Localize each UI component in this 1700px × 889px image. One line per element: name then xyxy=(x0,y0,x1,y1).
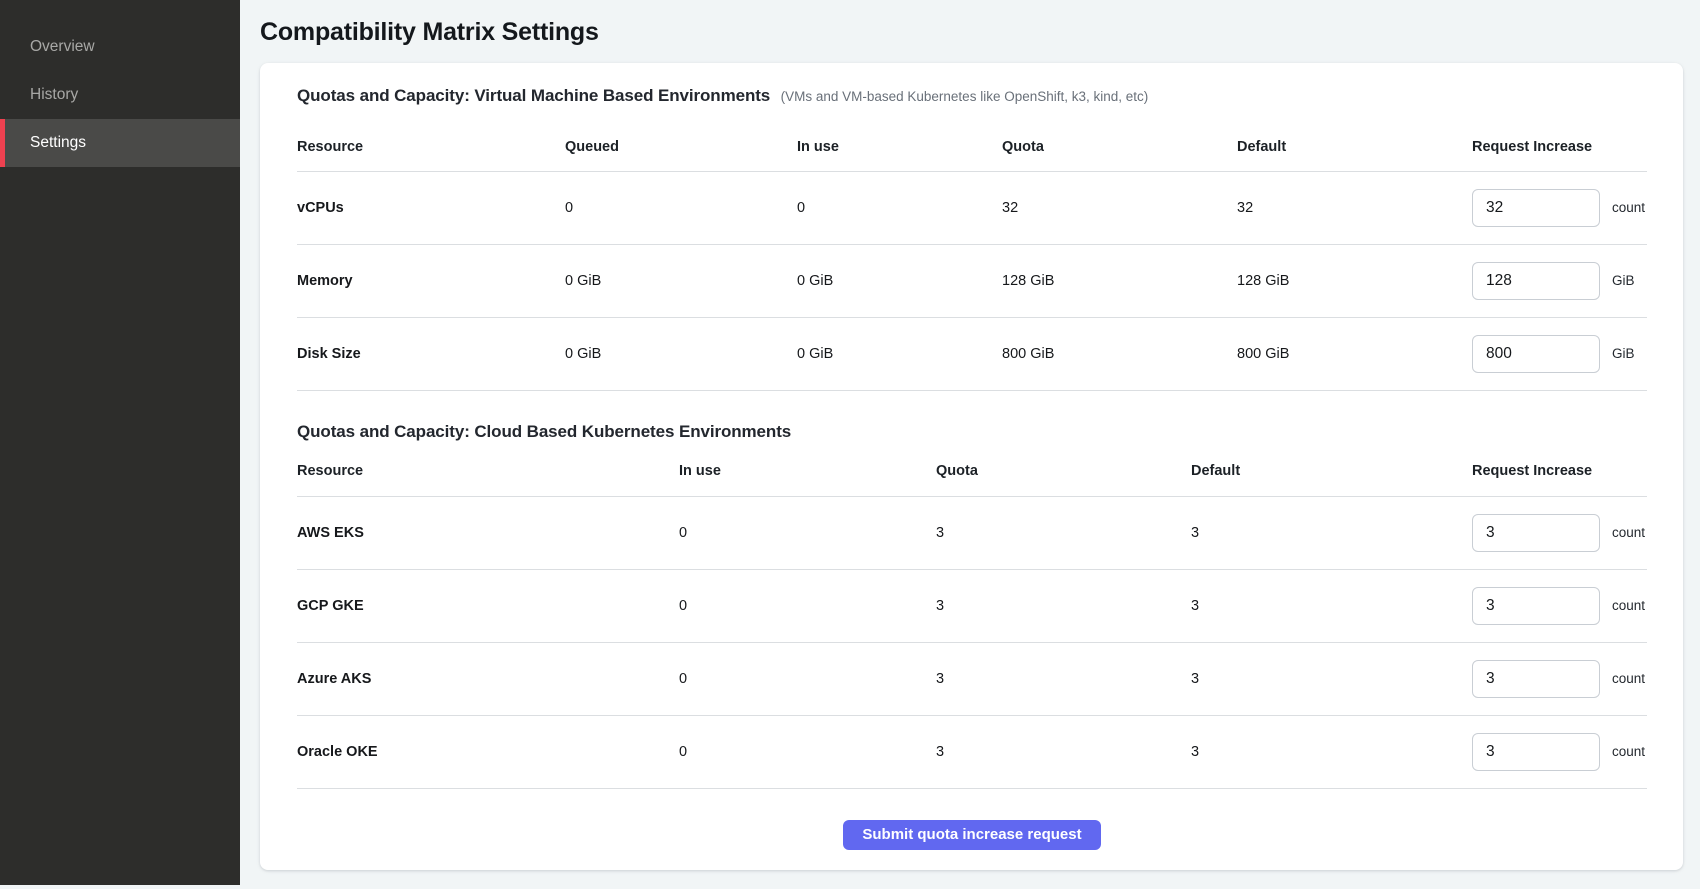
cell-quota: 3 xyxy=(936,525,1191,541)
app-window: Overview History Settings Compatibility … xyxy=(0,0,1700,889)
cell-default: 3 xyxy=(1191,744,1472,760)
cell-quota: 128 GiB xyxy=(1002,273,1237,289)
request-increase-cell: count xyxy=(1472,733,1647,771)
cell-default: 128 GiB xyxy=(1237,273,1472,289)
cell-in-use: 0 xyxy=(679,671,936,687)
cell-default: 3 xyxy=(1191,671,1472,687)
unit-label: count xyxy=(1612,744,1645,759)
vm-section-header: Quotas and Capacity: Virtual Machine Bas… xyxy=(297,63,1647,108)
column-header-in-use: In use xyxy=(679,463,936,479)
table-row-gcp-gke: GCP GKE 0 3 3 count xyxy=(297,570,1647,643)
cell-quota: 800 GiB xyxy=(1002,346,1237,362)
column-header-default: Default xyxy=(1191,463,1472,479)
vm-section-title: Quotas and Capacity: Virtual Machine Bas… xyxy=(297,86,770,105)
submit-quota-increase-button[interactable]: Submit quota increase request xyxy=(843,820,1100,850)
column-header-default: Default xyxy=(1237,139,1472,155)
card-footer: Submit quota increase request xyxy=(297,789,1647,871)
request-increase-cell: count xyxy=(1472,189,1647,227)
unit-label: GiB xyxy=(1612,346,1635,361)
request-increase-cell: count xyxy=(1472,514,1647,552)
sidebar: Overview History Settings xyxy=(0,0,240,885)
column-header-queued: Queued xyxy=(565,139,797,155)
cell-queued: 0 xyxy=(565,200,797,216)
sidebar-item-overview[interactable]: Overview xyxy=(0,23,240,71)
unit-label: GiB xyxy=(1612,273,1635,288)
cell-default: 3 xyxy=(1191,598,1472,614)
request-increase-input-azure-aks[interactable] xyxy=(1472,660,1600,698)
cell-in-use: 0 xyxy=(679,598,936,614)
cell-resource: Disk Size xyxy=(297,346,565,362)
request-increase-input-gcp-gke[interactable] xyxy=(1472,587,1600,625)
column-header-request-increase: Request Increase xyxy=(1472,139,1647,155)
cell-default: 32 xyxy=(1237,200,1472,216)
request-increase-input-memory[interactable] xyxy=(1472,262,1600,300)
settings-card: Quotas and Capacity: Virtual Machine Bas… xyxy=(260,63,1683,870)
table-row-aws-eks: AWS EKS 0 3 3 count xyxy=(297,497,1647,570)
cell-resource: GCP GKE xyxy=(297,598,679,614)
column-header-quota: Quota xyxy=(936,463,1191,479)
request-increase-cell: GiB xyxy=(1472,262,1647,300)
cell-in-use: 0 xyxy=(679,744,936,760)
cell-queued: 0 GiB xyxy=(565,273,797,289)
vm-table-header: Resource Queued In use Quota Default Req… xyxy=(297,108,1647,172)
request-increase-input-vcpus[interactable] xyxy=(1472,189,1600,227)
column-header-quota: Quota xyxy=(1002,139,1237,155)
request-increase-cell: GiB xyxy=(1472,335,1647,373)
table-row-oracle-oke: Oracle OKE 0 3 3 count xyxy=(297,716,1647,789)
unit-label: count xyxy=(1612,598,1645,613)
cell-queued: 0 GiB xyxy=(565,346,797,362)
table-row-azure-aks: Azure AKS 0 3 3 count xyxy=(297,643,1647,716)
cell-quota: 3 xyxy=(936,744,1191,760)
cell-in-use: 0 GiB xyxy=(797,273,1002,289)
request-increase-cell: count xyxy=(1472,587,1647,625)
active-item-accent-bar xyxy=(0,119,5,167)
column-header-resource: Resource xyxy=(297,139,565,155)
cell-quota: 32 xyxy=(1002,200,1237,216)
unit-label: count xyxy=(1612,525,1645,540)
cell-default: 800 GiB xyxy=(1237,346,1472,362)
cell-resource: Memory xyxy=(297,273,565,289)
cell-resource: Azure AKS xyxy=(297,671,679,687)
cell-resource: Oracle OKE xyxy=(297,744,679,760)
cell-default: 3 xyxy=(1191,525,1472,541)
sidebar-item-label: History xyxy=(30,86,78,104)
cell-quota: 3 xyxy=(936,598,1191,614)
cloud-table-header: Resource In use Quota Default Request In… xyxy=(297,444,1647,497)
request-increase-input-aws-eks[interactable] xyxy=(1472,514,1600,552)
cloud-section-title: Quotas and Capacity: Cloud Based Kuberne… xyxy=(297,422,791,441)
table-row-vcpus: vCPUs 0 0 32 32 count xyxy=(297,172,1647,245)
main-content: Compatibility Matrix Settings Quotas and… xyxy=(240,0,1700,889)
table-row-memory: Memory 0 GiB 0 GiB 128 GiB 128 GiB GiB xyxy=(297,245,1647,318)
column-header-resource: Resource xyxy=(297,463,679,479)
unit-label: count xyxy=(1612,671,1645,686)
request-increase-input-disk-size[interactable] xyxy=(1472,335,1600,373)
cell-in-use: 0 xyxy=(679,525,936,541)
request-increase-cell: count xyxy=(1472,660,1647,698)
page-title: Compatibility Matrix Settings xyxy=(260,18,1700,47)
sidebar-item-label: Settings xyxy=(30,134,86,152)
request-increase-input-oracle-oke[interactable] xyxy=(1472,733,1600,771)
sidebar-item-history[interactable]: History xyxy=(0,71,240,119)
unit-label: count xyxy=(1612,200,1645,215)
cell-resource: AWS EKS xyxy=(297,525,679,541)
table-row-disk-size: Disk Size 0 GiB 0 GiB 800 GiB 800 GiB Gi… xyxy=(297,318,1647,391)
column-header-in-use: In use xyxy=(797,139,1002,155)
cell-quota: 3 xyxy=(936,671,1191,687)
sidebar-item-label: Overview xyxy=(30,38,95,56)
cell-resource: vCPUs xyxy=(297,200,565,216)
column-header-request-increase: Request Increase xyxy=(1472,463,1647,479)
cloud-section-header: Quotas and Capacity: Cloud Based Kuberne… xyxy=(297,391,1647,444)
sidebar-item-settings[interactable]: Settings xyxy=(0,119,240,167)
vm-section-subtitle: (VMs and VM-based Kubernetes like OpenSh… xyxy=(781,89,1149,104)
cell-in-use: 0 xyxy=(797,200,1002,216)
cell-in-use: 0 GiB xyxy=(797,346,1002,362)
